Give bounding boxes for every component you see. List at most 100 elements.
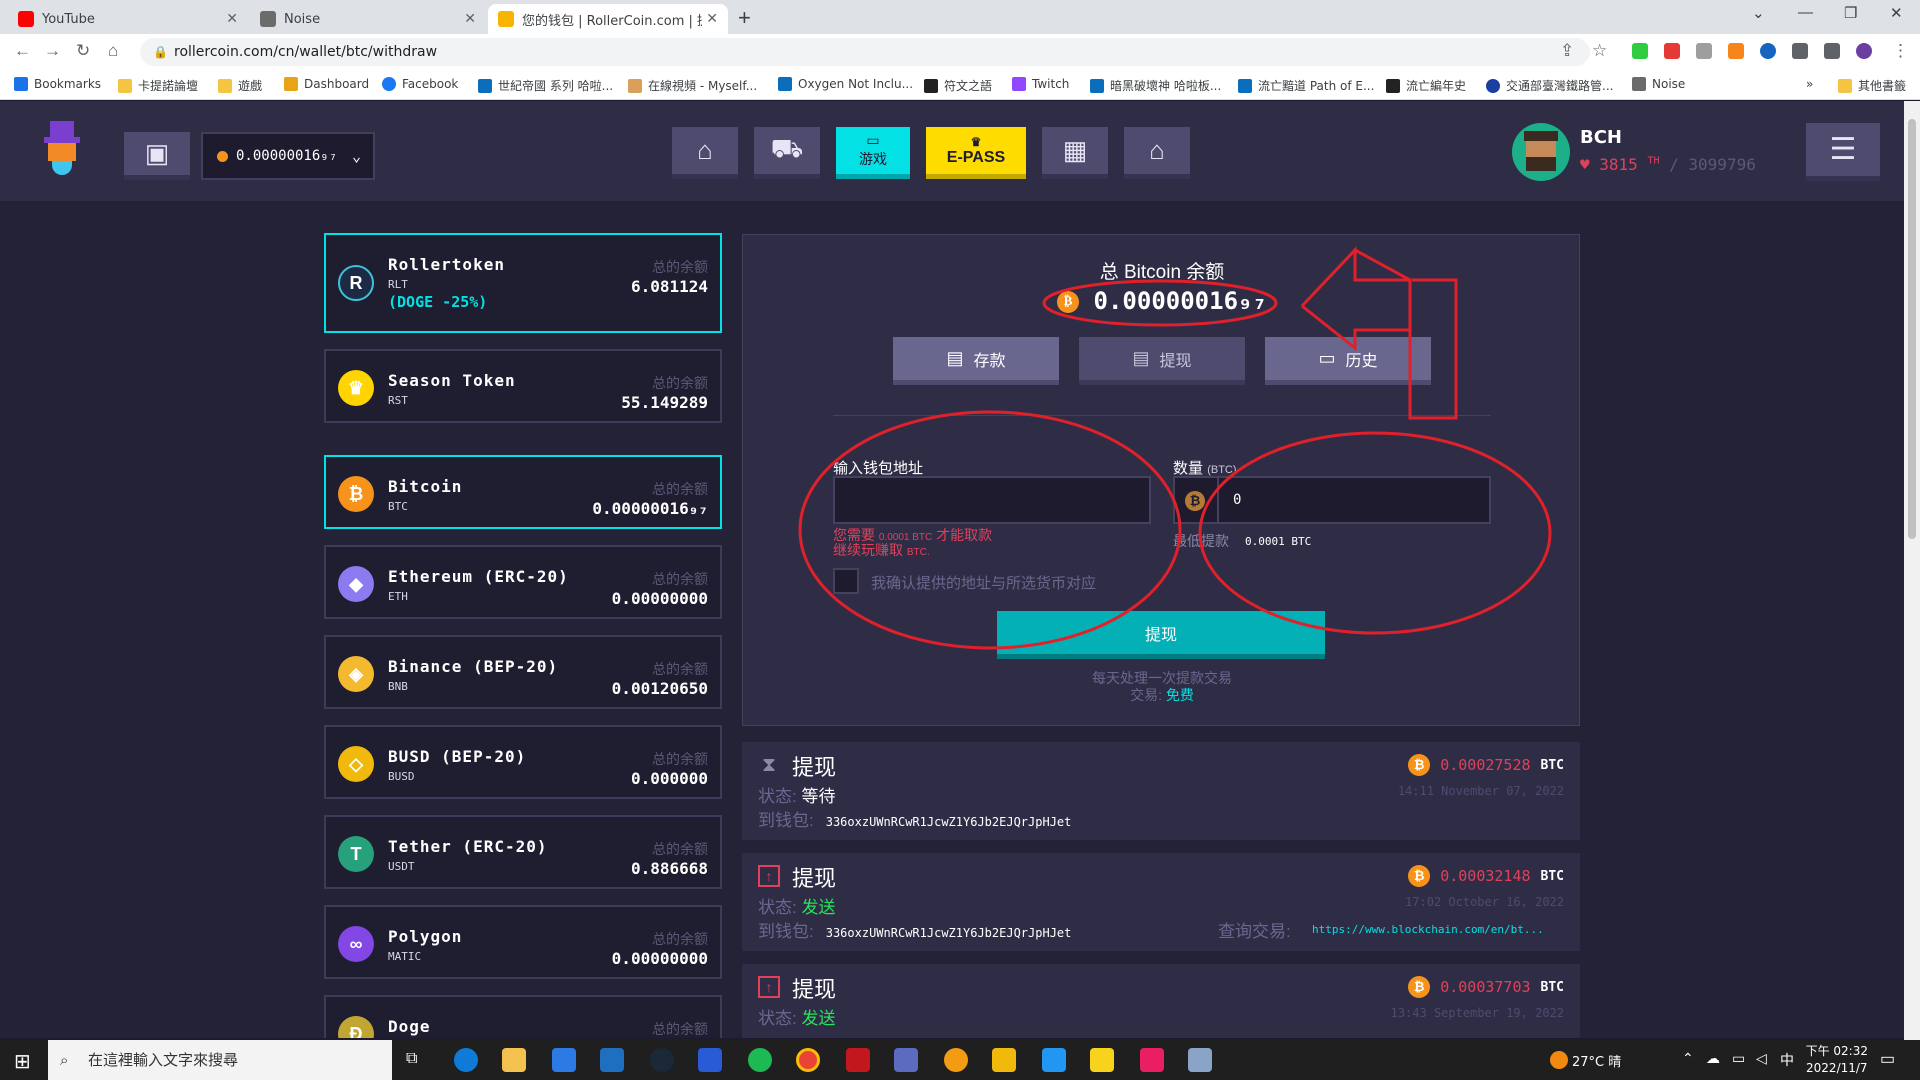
currency-item-bnb[interactable]: ◈ Binance (BEP-20) BNB 总的余额 0.00120650: [324, 635, 722, 709]
app-bird-icon[interactable]: [1188, 1048, 1212, 1072]
bookmark-item[interactable]: 卡提諾論壇: [118, 77, 198, 94]
cloud-icon[interactable]: ☁: [1706, 1050, 1720, 1067]
extension-icon[interactable]: [1760, 43, 1776, 59]
confirm-checkbox[interactable]: [833, 568, 859, 594]
home-button[interactable]: ⌂: [108, 41, 118, 61]
storage-nav-button[interactable]: ▦: [1042, 127, 1108, 179]
url-field[interactable]: 🔒 rollercoin.com/cn/wallet/btc/withdraw: [140, 38, 1590, 66]
task-view-icon[interactable]: ⧉: [406, 1050, 417, 1068]
reload-button[interactable]: ↻: [76, 41, 90, 61]
avatar[interactable]: [1856, 43, 1872, 59]
tab-rollercoin[interactable]: 您的钱包 | RollerCoin.com | 提现 ✕: [488, 4, 728, 34]
volume-icon[interactable]: ◁: [1756, 1050, 1767, 1067]
extension-icon[interactable]: [1696, 43, 1712, 59]
coin-app-icon[interactable]: [944, 1048, 968, 1072]
currency-item-busd[interactable]: ◇ BUSD (BEP-20) BUSD 总的余额 0.000000: [324, 725, 722, 799]
weather[interactable]: 27°C 晴: [1572, 1051, 1621, 1070]
currency-item-btc[interactable]: ₿ Bitcoin BTC 总的余额 0.00000016₉₇: [324, 455, 722, 529]
steam-icon[interactable]: [650, 1048, 674, 1072]
network-icon[interactable]: ▭: [1732, 1050, 1745, 1067]
marketplace-nav-button[interactable]: ⛟: [754, 127, 820, 179]
wallet-button[interactable]: ▣: [124, 132, 190, 180]
tx-link[interactable]: https://www.blockchain.com/en/bt...: [1312, 923, 1544, 936]
bookmark-star-icon[interactable]: ☆: [1592, 41, 1607, 61]
tab-search-icon[interactable]: ⌄: [1752, 4, 1765, 22]
bookmark-item[interactable]: 世紀帝國 系列 哈啦...: [478, 77, 613, 94]
windows-start-icon[interactable]: ⊞: [14, 1049, 31, 1074]
extension-icon[interactable]: [1664, 43, 1680, 59]
taskbar-search[interactable]: ⌕ 在這裡輸入文字來搜尋: [48, 1040, 392, 1080]
forward-button[interactable]: →: [44, 41, 61, 61]
bookmark-item[interactable]: Noise: [1632, 77, 1685, 91]
bookmark-item[interactable]: 流亡編年史: [1386, 77, 1466, 94]
maximize-button[interactable]: ❐: [1844, 4, 1857, 22]
currency-item-rlt[interactable]: R Rollertoken RLT 总的余额 6.081124 (DOGE -25%): [324, 233, 722, 333]
minimize-button[interactable]: —: [1798, 4, 1813, 21]
currency-item-usdt[interactable]: T Tether (ERC-20) USDT 总的余额 0.886668: [324, 815, 722, 889]
teamviewer-icon[interactable]: [1042, 1048, 1066, 1072]
close-window-button[interactable]: ✕: [1890, 4, 1903, 22]
warehouse-nav-button[interactable]: ⌂: [1124, 127, 1190, 179]
currency-item-doge[interactable]: Ð Doge 总的余额: [324, 995, 722, 1038]
tab-youtube[interactable]: YouTube ✕: [8, 4, 248, 34]
withdraw-tab-button[interactable]: ▤ 提现: [1079, 337, 1245, 385]
other-bookmarks[interactable]: 其他書籤: [1838, 77, 1906, 94]
spotify-icon[interactable]: [748, 1048, 772, 1072]
bookmark-item[interactable]: 符文之語: [924, 77, 992, 94]
hamburger-menu-button[interactable]: ☰: [1806, 123, 1880, 181]
back-button[interactable]: ←: [14, 41, 31, 61]
edge-icon[interactable]: [454, 1048, 478, 1072]
bookmark-item[interactable]: Bookmarks: [14, 77, 101, 91]
bookmark-item[interactable]: 交通部臺灣鐵路管...: [1486, 77, 1613, 94]
epass-nav-button[interactable]: ♛ E-PASS: [926, 127, 1026, 179]
share-icon[interactable]: ⇪: [1560, 41, 1574, 61]
app-w-icon[interactable]: [1140, 1048, 1164, 1072]
bookmark-item[interactable]: Facebook: [382, 77, 458, 91]
bookmark-item[interactable]: Oxygen Not Inclu...: [778, 77, 913, 91]
wallet-address-input[interactable]: [833, 476, 1151, 524]
scrollbar-thumb[interactable]: [1908, 119, 1916, 539]
bookmark-item[interactable]: 遊戲: [218, 77, 262, 94]
rollercoin-logo[interactable]: [44, 121, 80, 179]
avatar[interactable]: [1512, 123, 1570, 181]
game-nav-button[interactable]: ▭ 游戏: [836, 127, 910, 179]
close-icon[interactable]: ✕: [706, 11, 718, 27]
amount-input[interactable]: [1233, 490, 1463, 510]
history-button[interactable]: ▭ 历史: [1265, 337, 1431, 385]
clock[interactable]: 下午 02:32 2022/11/7: [1806, 1043, 1868, 1077]
metamask-icon[interactable]: [1728, 43, 1744, 59]
wallet-balance-dropdown[interactable]: 0.00000016₉₇ ⌄: [201, 132, 375, 180]
tray-chevron-icon[interactable]: ⌃: [1682, 1050, 1694, 1067]
store-icon[interactable]: [552, 1048, 576, 1072]
tab-noise[interactable]: Noise ✕: [250, 4, 486, 34]
bookmark-item[interactable]: 暗黑破壞神 哈啦板...: [1090, 77, 1221, 94]
bookmark-item[interactable]: 流亡黯道 Path of E...: [1238, 77, 1374, 94]
close-icon[interactable]: ✕: [226, 11, 238, 27]
home-nav-button[interactable]: ⌂: [672, 127, 738, 179]
puzzle-icon[interactable]: [1792, 43, 1808, 59]
deposit-button[interactable]: ▤ 存款: [893, 337, 1059, 385]
more-bookmarks-button[interactable]: »: [1806, 77, 1813, 91]
mail-icon[interactable]: [600, 1048, 624, 1072]
notes-app-icon[interactable]: [1090, 1048, 1114, 1072]
menu-dots-icon[interactable]: ⋮: [1892, 41, 1909, 61]
binance-icon[interactable]: [992, 1048, 1016, 1072]
ime-indicator[interactable]: 中: [1780, 1050, 1794, 1070]
calculator-icon[interactable]: [894, 1048, 918, 1072]
withdraw-submit-button[interactable]: 提现: [997, 611, 1325, 659]
close-icon[interactable]: ✕: [464, 11, 476, 27]
new-tab-button[interactable]: +: [738, 5, 751, 31]
bookmark-item[interactable]: Twitch: [1012, 77, 1069, 91]
sidepanel-icon[interactable]: [1824, 43, 1840, 59]
bookmark-item[interactable]: 在線視頻 - Myself...: [628, 77, 757, 94]
chrome-icon[interactable]: [796, 1048, 820, 1072]
currency-item-matic[interactable]: ∞ Polygon MATIC 总的余额 0.00000000: [324, 905, 722, 979]
currency-item-eth[interactable]: ◆ Ethereum (ERC-20) ETH 总的余额 0.00000000: [324, 545, 722, 619]
shield-icon[interactable]: [698, 1048, 722, 1072]
notification-icon[interactable]: ▭: [1880, 1049, 1895, 1069]
bookmark-item[interactable]: Dashboard: [284, 77, 369, 91]
extension-icon[interactable]: [1632, 43, 1648, 59]
page-scrollbar[interactable]: [1904, 101, 1920, 1040]
game-launcher-icon[interactable]: [846, 1048, 870, 1072]
currency-item-rst[interactable]: ♛ Season Token RST 总的余额 55.149289: [324, 349, 722, 423]
